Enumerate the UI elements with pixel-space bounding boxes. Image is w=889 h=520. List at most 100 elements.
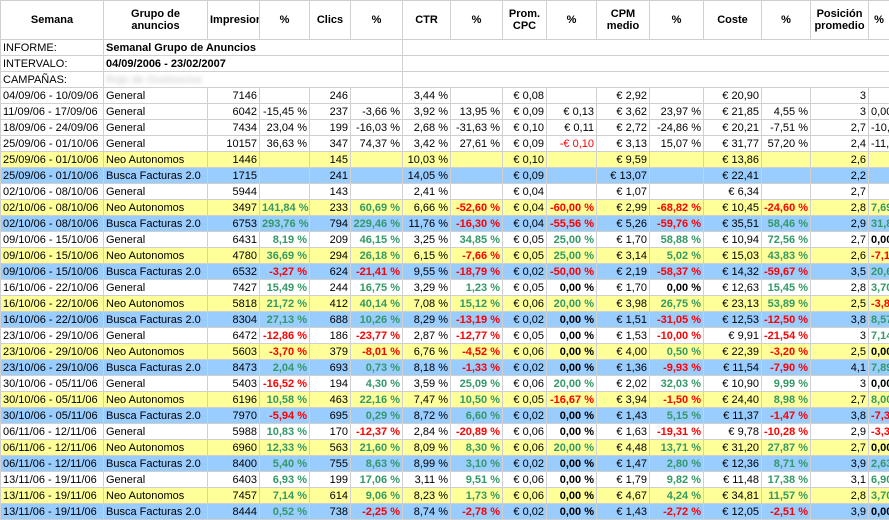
cell-cpc: € 0,09 [503,104,547,120]
cell-grupo: Neo Autonomos [104,488,208,504]
cell-posicion-pct: 0,00 % [869,344,889,360]
cell-impresiones-pct: -15,45 % [260,104,310,120]
cell-clics: 347 [310,136,351,152]
cell-cpm: € 2,19 [597,264,650,280]
cell-ctr: 6,15 % [403,248,451,264]
cell-coste: € 12,36 [704,456,762,472]
cell-ctr-pct: -4,52 % [451,344,503,360]
cell-cpm: € 1,36 [597,360,650,376]
cell-cpc-pct: 0,00 % [547,504,597,520]
cell-semana: 18/09/06 - 24/09/06 [1,120,104,136]
cell-grupo: General [104,136,208,152]
cell-posicion-pct [869,168,889,184]
cell-grupo: General [104,328,208,344]
cell-semana: 11/09/06 - 17/09/06 [1,104,104,120]
cell-impresiones-pct [260,168,310,184]
table-row: 06/11/06 - 12/11/06Neo Autonomos696012,3… [1,440,889,456]
cell-coste-pct: 15,45 % [762,280,811,296]
cell-cpc-pct: 0,00 % [547,312,597,328]
cell-cpm: € 1,47 [597,456,650,472]
cell-ctr: 10,03 % [403,152,451,168]
table-row: 23/10/06 - 29/10/06Busca Facturas 2.0847… [1,360,889,376]
cell-semana: 06/11/06 - 12/11/06 [1,456,104,472]
cell-coste-pct [762,184,811,200]
cell-coste: € 22,41 [704,168,762,184]
col-header-cpc: Prom. CPC [503,1,547,40]
cell-ctr-pct: -52,60 % [451,200,503,216]
cell-cpc: € 0,02 [503,408,547,424]
cell-cpc: € 0,05 [503,328,547,344]
cell-ctr: 11,76 % [403,216,451,232]
cell-cpm-pct: 26,75 % [650,296,704,312]
table-row: 02/10/06 - 08/10/06General59441432,41 %€… [1,184,889,200]
cell-posicion: 2,4 [811,136,869,152]
cell-clics: 194 [310,376,351,392]
cell-clics-pct: 10,26 % [351,312,403,328]
cell-cpm: € 1,43 [597,408,650,424]
cell-ctr-pct [451,88,503,104]
cell-cpm-pct: 58,88 % [650,232,704,248]
cell-impresiones-pct: -3,70 % [260,344,310,360]
cell-clics-pct [351,88,403,104]
cell-coste: € 12,63 [704,280,762,296]
cell-impresiones-pct: -12,86 % [260,328,310,344]
cell-cpm-pct [650,168,704,184]
cell-posicion-pct: 3,70 % [869,280,889,296]
cell-clics: 233 [310,200,351,216]
cell-cpm: € 1,79 [597,472,650,488]
cell-clics: 688 [310,312,351,328]
cell-clics: 379 [310,344,351,360]
cell-impresiones: 3497 [208,200,260,216]
cell-impresiones-pct: -3,27 % [260,264,310,280]
cell-grupo: Busca Facturas 2.0 [104,168,208,184]
cell-cpc-pct: -60,00 % [547,200,597,216]
cell-cpc-pct: 25,00 % [547,232,597,248]
cell-coste: € 13,86 [704,152,762,168]
cell-posicion: 2,7 [811,120,869,136]
cell-clics: 693 [310,360,351,376]
cell-impresiones: 7457 [208,488,260,504]
cell-impresiones: 4780 [208,248,260,264]
col-header-coste: Coste [704,1,762,40]
cell-cpm: € 1,53 [597,328,650,344]
cell-impresiones-pct: 8,19 % [260,232,310,248]
cell-coste: € 9,91 [704,328,762,344]
cell-posicion-pct: 2,63 % [869,456,889,472]
cell-clics-pct: -3,66 % [351,104,403,120]
cell-clics-pct [351,168,403,184]
cell-clics-pct: 17,06 % [351,472,403,488]
cell-cpm: € 1,07 [597,184,650,200]
cell-impresiones-pct: 2,04 % [260,360,310,376]
table-row: 09/10/06 - 15/10/06Busca Facturas 2.0653… [1,264,889,280]
cell-cpm-pct: -10,00 % [650,328,704,344]
cell-ctr: 8,99 % [403,456,451,472]
cell-coste: € 31,20 [704,440,762,456]
cell-ctr-pct: 9,51 % [451,472,503,488]
cell-ctr: 8,18 % [403,360,451,376]
cell-coste: € 11,54 [704,360,762,376]
col-header-cpm: CPM medio [597,1,650,40]
cell-cpm-pct [650,88,704,104]
cell-semana: 30/10/06 - 05/11/06 [1,408,104,424]
cell-impresiones-pct: 36,63 % [260,136,310,152]
cell-cpm: € 2,72 [597,120,650,136]
cell-cpc-pct: -16,67 % [547,392,597,408]
report-meta: INFORME: Semanal Grupo de Anuncios INTER… [1,40,889,88]
cell-coste-pct: 53,89 % [762,296,811,312]
cell-cpm-pct: 2,80 % [650,456,704,472]
cell-cpc: € 0,06 [503,344,547,360]
cell-ctr-pct: 1,23 % [451,280,503,296]
cell-clics: 186 [310,328,351,344]
cell-coste-pct: -24,60 % [762,200,811,216]
cell-clics-pct: 60,69 % [351,200,403,216]
cell-cpm: € 13,07 [597,168,650,184]
cell-cpc: € 0,04 [503,216,547,232]
cell-cpc-pct: 0,00 % [547,488,597,504]
cell-cpm-pct: 5,02 % [650,248,704,264]
cell-cpc: € 0,05 [503,232,547,248]
cell-cpc-pct: 0,00 % [547,472,597,488]
cell-coste: € 15,03 [704,248,762,264]
cell-coste-pct: 17,38 % [762,472,811,488]
cell-posicion: 2,8 [811,488,869,504]
cell-cpm: € 3,62 [597,104,650,120]
